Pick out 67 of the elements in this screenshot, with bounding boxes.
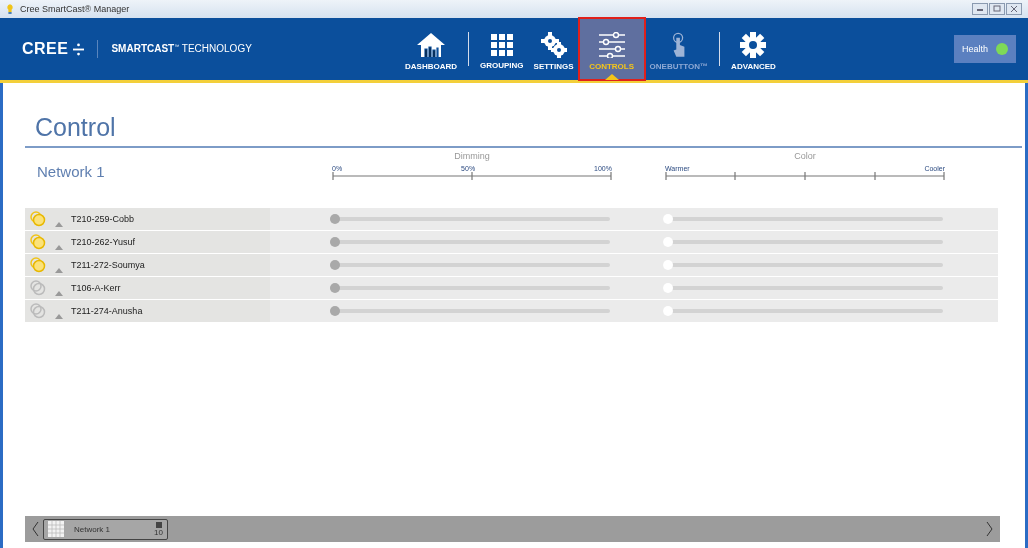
dimming-slider[interactable] (330, 260, 610, 270)
fixture-row[interactable]: T210-262-Yusuf (25, 231, 998, 253)
slider-thumb[interactable] (663, 237, 673, 247)
expand-icon[interactable] (55, 314, 63, 319)
brand-logo: CREE (22, 40, 69, 58)
slider-thumb[interactable] (330, 260, 340, 270)
dimming-slider[interactable] (330, 214, 610, 224)
nav-tab[interactable]: DASHBOARD (400, 18, 462, 80)
restore-icon[interactable] (989, 3, 1005, 15)
page-title: Control (35, 113, 117, 142)
dimming-slider[interactable] (330, 306, 610, 316)
fixture-name: T210-262-Yusuf (71, 237, 136, 247)
light-icon[interactable] (29, 303, 47, 319)
slider-thumb[interactable] (663, 214, 673, 224)
color-slider[interactable] (663, 283, 943, 293)
gear-icon (740, 31, 767, 58)
color-slider[interactable] (663, 306, 943, 316)
expand-icon[interactable] (55, 268, 63, 273)
health-button[interactable]: Health (954, 35, 1016, 63)
grid-icon (489, 32, 514, 57)
window-title: Cree SmartCast® Manager (20, 4, 130, 14)
slider-thumb[interactable] (330, 283, 340, 293)
network-name: Network 1 (36, 162, 106, 182)
gears-icon (540, 31, 567, 58)
slider-thumb[interactable] (330, 237, 340, 247)
divide-icon (73, 42, 85, 56)
fixture-row[interactable]: T211-272-Soumya (25, 254, 998, 276)
fixture-name: T211-274-Anusha (71, 306, 143, 316)
slider-thumb[interactable] (330, 214, 340, 224)
chevron-left-icon[interactable] (31, 521, 39, 537)
light-icon[interactable] (29, 280, 47, 296)
nav-tab[interactable]: GROUPING (475, 18, 529, 80)
dimming-slider[interactable] (330, 283, 610, 293)
fixture-name: T106-A-Kerr (71, 283, 121, 293)
expand-icon[interactable] (55, 222, 63, 227)
light-icon[interactable] (29, 257, 47, 273)
slider-thumb[interactable] (663, 283, 673, 293)
fixture-name: T211-272-Soumya (71, 260, 145, 270)
expand-icon[interactable] (55, 245, 63, 250)
minimize-icon[interactable] (972, 3, 988, 15)
chevron-right-icon[interactable] (986, 521, 994, 537)
light-icon[interactable] (29, 234, 47, 250)
color-slider[interactable] (663, 260, 943, 270)
scale-title: Color (793, 151, 817, 161)
grid-icon (48, 521, 64, 537)
nav-tab[interactable]: ADVANCED (726, 18, 781, 80)
expand-icon[interactable] (55, 291, 63, 296)
fixture-row[interactable]: T210-259-Cobb (25, 208, 998, 230)
sliders-icon (597, 31, 626, 58)
close-icon[interactable] (1006, 3, 1022, 15)
color-slider[interactable] (663, 214, 943, 224)
product-name: SMARTCAST$^{™}$ TECHNOLOGY (111, 43, 252, 55)
house-icon (416, 31, 446, 58)
light-icon[interactable] (29, 211, 47, 227)
fixture-row[interactable]: T106-A-Kerr (25, 277, 998, 299)
slider-thumb[interactable] (663, 260, 673, 270)
fixture-count: 10 (154, 527, 163, 537)
color-slider[interactable] (663, 237, 943, 247)
nav-tab[interactable]: SETTINGS (528, 18, 579, 80)
bulb-icon (6, 3, 14, 15)
fixture-name: T210-259-Cobb (71, 214, 135, 224)
slider-thumb[interactable] (330, 306, 340, 316)
network-tab[interactable]: Network 1 10 (43, 518, 168, 540)
scale-title: Dimming (453, 151, 491, 161)
dimming-slider[interactable] (330, 237, 610, 247)
slider-thumb[interactable] (663, 306, 673, 316)
fixture-row[interactable]: T211-274-Anusha (25, 300, 998, 322)
